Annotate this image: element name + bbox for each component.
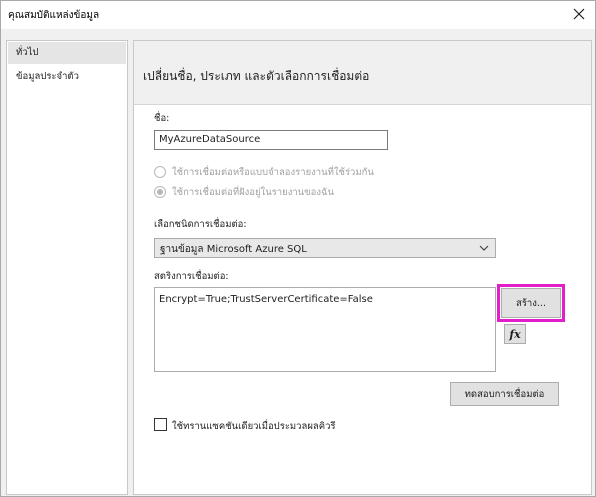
radio-embedded-connection[interactable] — [154, 186, 166, 198]
connection-type-select[interactable]: ฐานข้อมูล Microsoft Azure SQL — [154, 238, 496, 258]
expression-button[interactable]: fx — [504, 324, 526, 344]
radio-shared-connection-label: ใช้การเชื่อมต่อหรือแบบจำลองรายงานที่ใช้ร… — [172, 167, 374, 178]
close-icon — [573, 8, 585, 20]
single-transaction-label: ใช้ทรานแซคชันเดียวเมื่อประมวลผลคิวรี — [172, 421, 336, 432]
connection-type-label: เลือกชนิดการเชื่อมต่อ: — [154, 219, 247, 230]
connection-type-value: ฐานข้อมูล Microsoft Azure SQL — [160, 244, 307, 255]
panel-header: เปลี่ยนชื่อ, ประเภท และตัวเลือกการเชื่อม… — [134, 41, 591, 105]
close-button[interactable] — [567, 3, 591, 25]
radio-shared-connection[interactable] — [154, 166, 166, 178]
dialog-title: คุณสมบัติแหล่งข้อมูล — [8, 10, 100, 21]
radio-embedded-connection-label: ใช้การเชื่อมต่อที่ฝังอยู่ในรายงานของฉัน — [172, 187, 334, 198]
radio-selected-dot — [157, 189, 163, 195]
name-field[interactable]: MyAzureDataSource — [154, 130, 388, 150]
single-transaction-checkbox[interactable] — [154, 418, 167, 431]
title-bar: คุณสมบัติแหล่งข้อมูล — [1, 1, 595, 29]
build-button-highlight — [497, 284, 565, 322]
connection-string-label: สตริงการเชื่อมต่อ: — [154, 271, 229, 282]
main-panel: เปลี่ยนชื่อ, ประเภท และตัวเลือกการเชื่อม… — [133, 40, 592, 495]
panel-heading: เปลี่ยนชื่อ, ประเภท และตัวเลือกการเชื่อม… — [143, 69, 370, 83]
sidebar-item-credentials[interactable]: ข้อมูลประจำตัว — [8, 66, 126, 88]
chevron-down-icon — [479, 245, 489, 251]
sidebar-item-general[interactable]: ทั่วไป — [8, 42, 126, 64]
connection-string-textarea[interactable]: Encrypt=True;TrustServerCertificate=Fals… — [154, 287, 496, 372]
sidebar-nav: ทั่วไป ข้อมูลประจำตัว — [6, 40, 128, 495]
test-connection-button[interactable]: ทดสอบการเชื่อมต่อ — [450, 382, 559, 406]
data-source-properties-dialog: คุณสมบัติแหล่งข้อมูล ทั่วไป ข้อมูลประจำต… — [0, 0, 596, 497]
name-label: ชื่อ: — [154, 113, 170, 124]
